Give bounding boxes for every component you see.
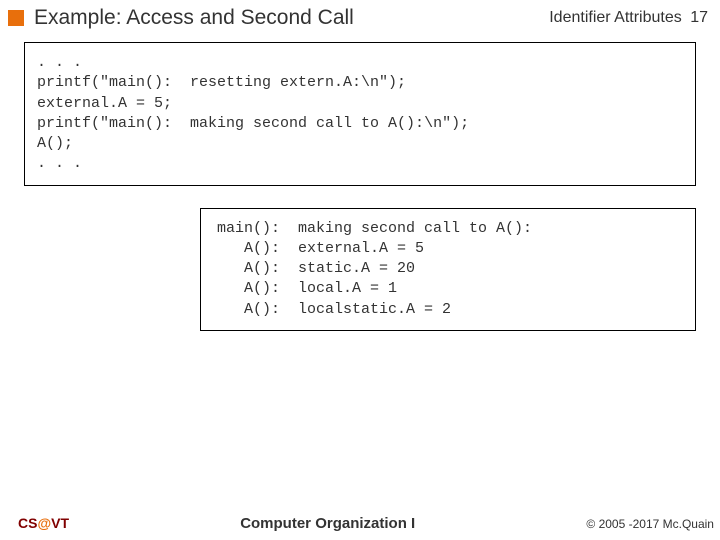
subject-label: Identifier Attributes bbox=[549, 9, 682, 26]
bullet-icon bbox=[8, 10, 24, 26]
footer-at: @ bbox=[37, 515, 51, 531]
header-right: Identifier Attributes 17 bbox=[549, 9, 708, 27]
output-block: main(): making second call to A(): A(): … bbox=[200, 208, 696, 331]
footer-left: CS@VT bbox=[18, 515, 69, 531]
slide-title: Example: Access and Second Call bbox=[34, 6, 354, 30]
header-left: Example: Access and Second Call bbox=[8, 6, 354, 30]
page-number: 17 bbox=[690, 9, 708, 26]
footer-cs: CS bbox=[18, 515, 37, 531]
footer-right: © 2005 -2017 Mc.Quain bbox=[586, 517, 714, 531]
slide-header: Example: Access and Second Call Identifi… bbox=[0, 0, 720, 38]
footer-vt: VT bbox=[51, 515, 69, 531]
footer-center: Computer Organization I bbox=[240, 515, 415, 532]
code-block: . . . printf("main(): resetting extern.A… bbox=[24, 42, 696, 186]
slide-footer: CS@VT Computer Organization I © 2005 -20… bbox=[0, 515, 720, 532]
